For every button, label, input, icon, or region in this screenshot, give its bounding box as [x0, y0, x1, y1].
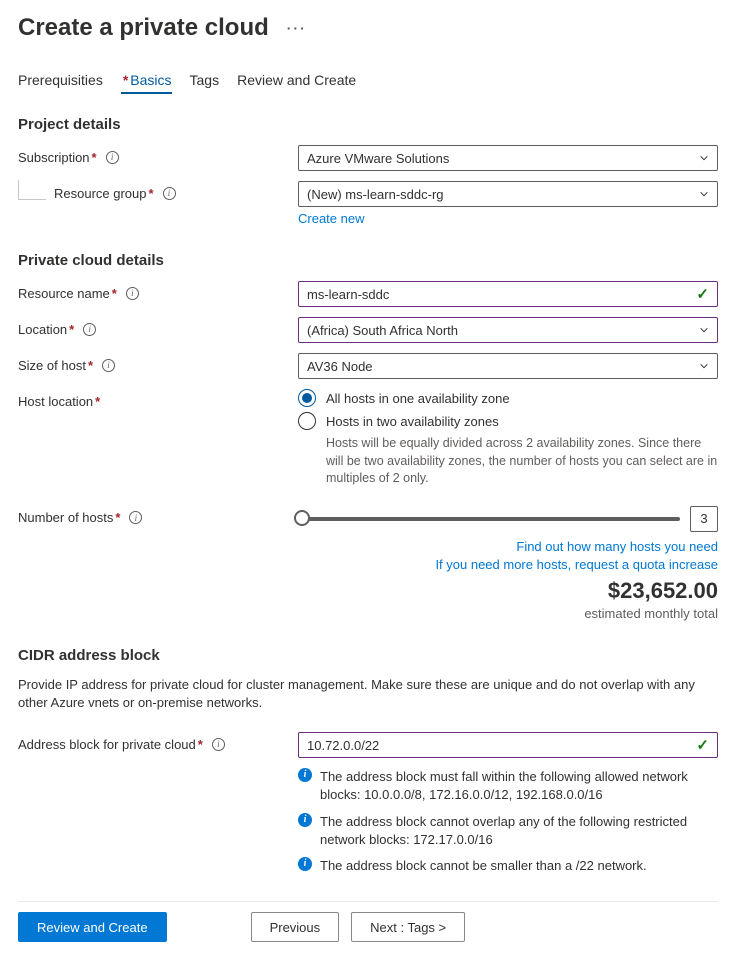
section-private-cloud-details: Private cloud details: [18, 252, 718, 269]
previous-button[interactable]: Previous: [251, 912, 340, 942]
hosts-number-input[interactable]: 3: [690, 506, 718, 532]
tab-basics[interactable]: *Basics: [121, 72, 172, 94]
page-title-text: Create a private cloud: [18, 14, 269, 42]
radio-two-zones[interactable]: Hosts in two availability zones: [298, 412, 718, 430]
chevron-down-icon: [699, 153, 709, 163]
tree-indent-icon: [18, 180, 46, 200]
info-blue-icon: i: [298, 768, 312, 782]
tab-review[interactable]: Review and Create: [237, 72, 356, 94]
label-size-of-host: Size of host* i: [18, 353, 298, 377]
subscription-select[interactable]: Azure VMware Solutions: [298, 145, 718, 171]
info-blue-icon: i: [298, 813, 312, 827]
label-number-of-hosts: Number of hosts* i: [18, 506, 298, 530]
slider-thumb-icon[interactable]: [294, 510, 310, 526]
section-project-details: Project details: [18, 116, 718, 133]
label-host-location: Host location*: [18, 389, 298, 413]
tab-prerequisities[interactable]: Prerequisities: [18, 72, 103, 94]
link-find-hosts[interactable]: Find out how many hosts you need: [516, 539, 718, 554]
address-block-input[interactable]: 10.72.0.0/22 ✓: [298, 732, 718, 758]
radio-selected-icon: [298, 389, 316, 407]
footer-bar: Review and Create Previous Next : Tags >: [18, 901, 718, 942]
tab-bar: Prerequisities *Basics Tags Review and C…: [18, 72, 718, 94]
info-icon[interactable]: i: [126, 287, 139, 300]
valid-check-icon: ✓: [696, 736, 709, 754]
more-actions-icon[interactable]: ···: [287, 20, 307, 36]
info-icon[interactable]: i: [83, 323, 96, 336]
valid-check-icon: ✓: [696, 285, 709, 303]
link-quota-increase[interactable]: If you need more hosts, request a quota …: [435, 557, 718, 572]
chevron-down-icon: [699, 361, 709, 371]
label-address-block: Address block for private cloud* i: [18, 732, 298, 756]
info-icon[interactable]: i: [212, 738, 225, 751]
radio-unselected-icon: [298, 412, 316, 430]
price-subtitle: estimated monthly total: [298, 606, 718, 621]
page-title: Create a private cloud ···: [18, 14, 718, 42]
host-location-help: Hosts will be equally divided across 2 a…: [326, 435, 718, 488]
hosts-slider[interactable]: [302, 517, 680, 521]
info-icon[interactable]: i: [129, 511, 142, 524]
chevron-down-icon: [699, 189, 709, 199]
resource-group-select[interactable]: (New) ms-learn-sddc-rg: [298, 181, 718, 207]
cidr-description: Provide IP address for private cloud for…: [18, 676, 718, 712]
estimated-price: $23,652.00: [298, 578, 718, 604]
chevron-down-icon: [699, 325, 709, 335]
label-subscription: Subscription* i: [18, 145, 298, 169]
cidr-info-3: i The address block cannot be smaller th…: [298, 857, 718, 875]
create-new-link[interactable]: Create new: [298, 211, 364, 226]
info-icon[interactable]: i: [163, 187, 176, 200]
radio-one-zone[interactable]: All hosts in one availability zone: [298, 389, 718, 407]
cidr-info-1: i The address block must fall within the…: [298, 768, 718, 804]
info-blue-icon: i: [298, 857, 312, 871]
size-of-host-select[interactable]: AV36 Node: [298, 353, 718, 379]
review-create-button[interactable]: Review and Create: [18, 912, 167, 942]
tab-tags[interactable]: Tags: [190, 72, 220, 94]
section-cidr: CIDR address block: [18, 647, 718, 664]
next-button[interactable]: Next : Tags >: [351, 912, 465, 942]
info-icon[interactable]: i: [106, 151, 119, 164]
label-location: Location* i: [18, 317, 298, 341]
cidr-info-2: i The address block cannot overlap any o…: [298, 813, 718, 849]
label-resource-name: Resource name* i: [18, 281, 298, 305]
info-icon[interactable]: i: [102, 359, 115, 372]
label-resource-group: Resource group* i: [18, 181, 298, 205]
location-select[interactable]: (Africa) South Africa North: [298, 317, 718, 343]
resource-name-input[interactable]: ms-learn-sddc ✓: [298, 281, 718, 307]
